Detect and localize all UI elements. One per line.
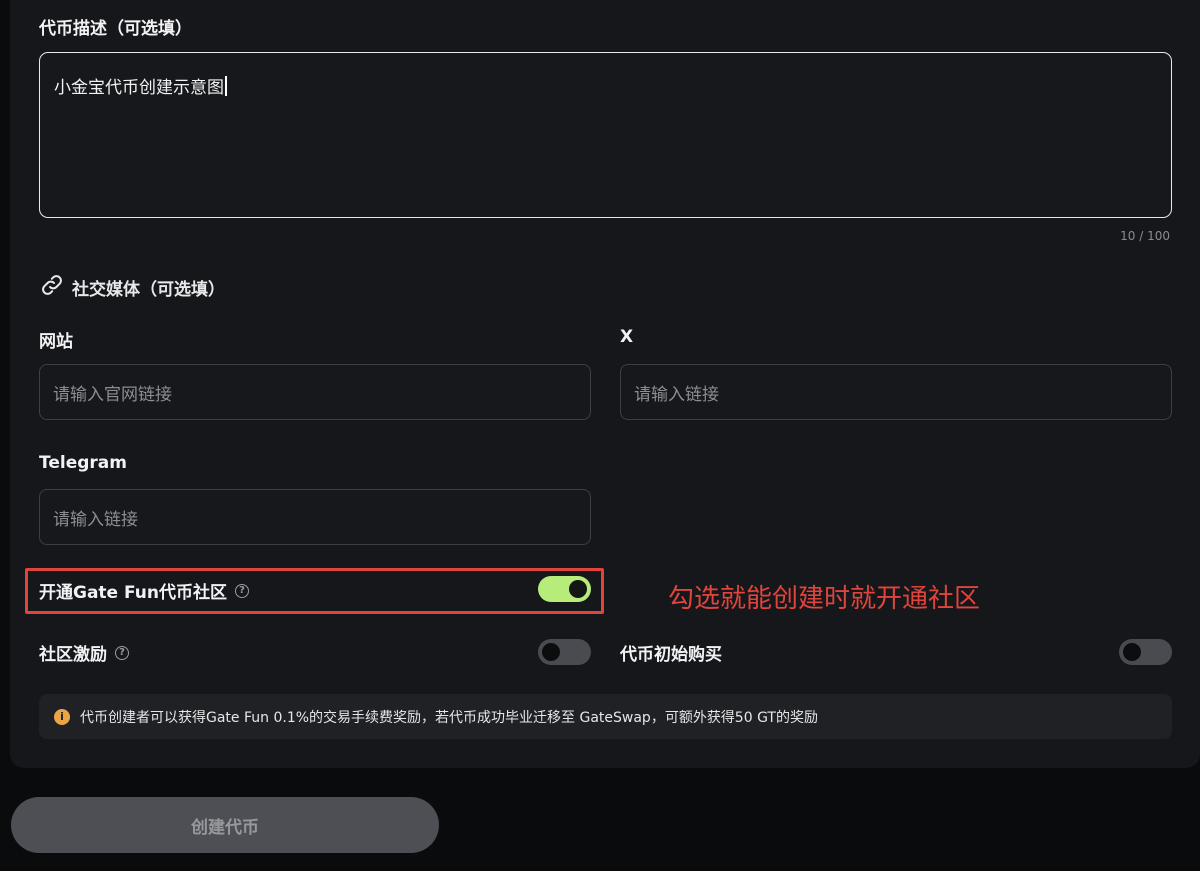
- initial-buy-toggle[interactable]: [1119, 639, 1172, 665]
- text-caret: [225, 76, 227, 96]
- community-toggle-row: 开通Gate Fun代币社区 ?: [39, 578, 249, 603]
- x-placeholder: 请输入链接: [634, 384, 719, 405]
- description-value: 小金宝代币创建示意图: [54, 78, 224, 98]
- description-textarea[interactable]: 小金宝代币创建示意图: [39, 52, 1172, 218]
- create-token-button[interactable]: 创建代币: [11, 797, 439, 853]
- initial-buy-row: 代币初始购买: [620, 640, 722, 665]
- incentive-row: 社区激励 ?: [39, 640, 129, 665]
- community-toggle[interactable]: [538, 576, 591, 602]
- toggle-knob: [542, 643, 560, 661]
- help-icon[interactable]: ?: [115, 645, 129, 660]
- telegram-input[interactable]: 请输入链接: [39, 489, 591, 545]
- website-input[interactable]: 请输入官网链接: [39, 364, 591, 420]
- telegram-placeholder: 请输入链接: [53, 509, 138, 530]
- incentive-label: 社区激励: [39, 645, 107, 665]
- community-label: 开通Gate Fun代币社区: [39, 583, 227, 603]
- link-icon: [40, 273, 64, 301]
- social-media-heading: 社交媒体（可选填）: [40, 273, 225, 301]
- description-label: 代币描述（可选填）: [39, 19, 192, 39]
- char-counter: 10 / 100: [1120, 229, 1170, 243]
- telegram-label: Telegram: [39, 453, 127, 473]
- incentive-toggle[interactable]: [538, 639, 591, 665]
- initial-buy-label: 代币初始购买: [620, 645, 722, 665]
- website-placeholder: 请输入官网链接: [53, 384, 172, 405]
- toggle-knob: [569, 580, 587, 598]
- notice-text: 代币创建者可以获得Gate Fun 0.1%的交易手续费奖励，若代币成功毕业迁移…: [80, 709, 818, 726]
- help-icon[interactable]: ?: [234, 583, 249, 598]
- annotation-text: 勾选就能创建时就开通社区: [668, 584, 981, 614]
- toggle-knob: [1123, 643, 1141, 661]
- info-icon: i: [54, 708, 70, 725]
- x-input[interactable]: 请输入链接: [620, 364, 1172, 420]
- website-label: 网站: [39, 332, 73, 352]
- social-media-title: 社交媒体（可选填）: [72, 279, 225, 300]
- x-label: X: [620, 327, 634, 347]
- reward-notice: i 代币创建者可以获得Gate Fun 0.1%的交易手续费奖励，若代币成功毕业…: [39, 694, 1172, 739]
